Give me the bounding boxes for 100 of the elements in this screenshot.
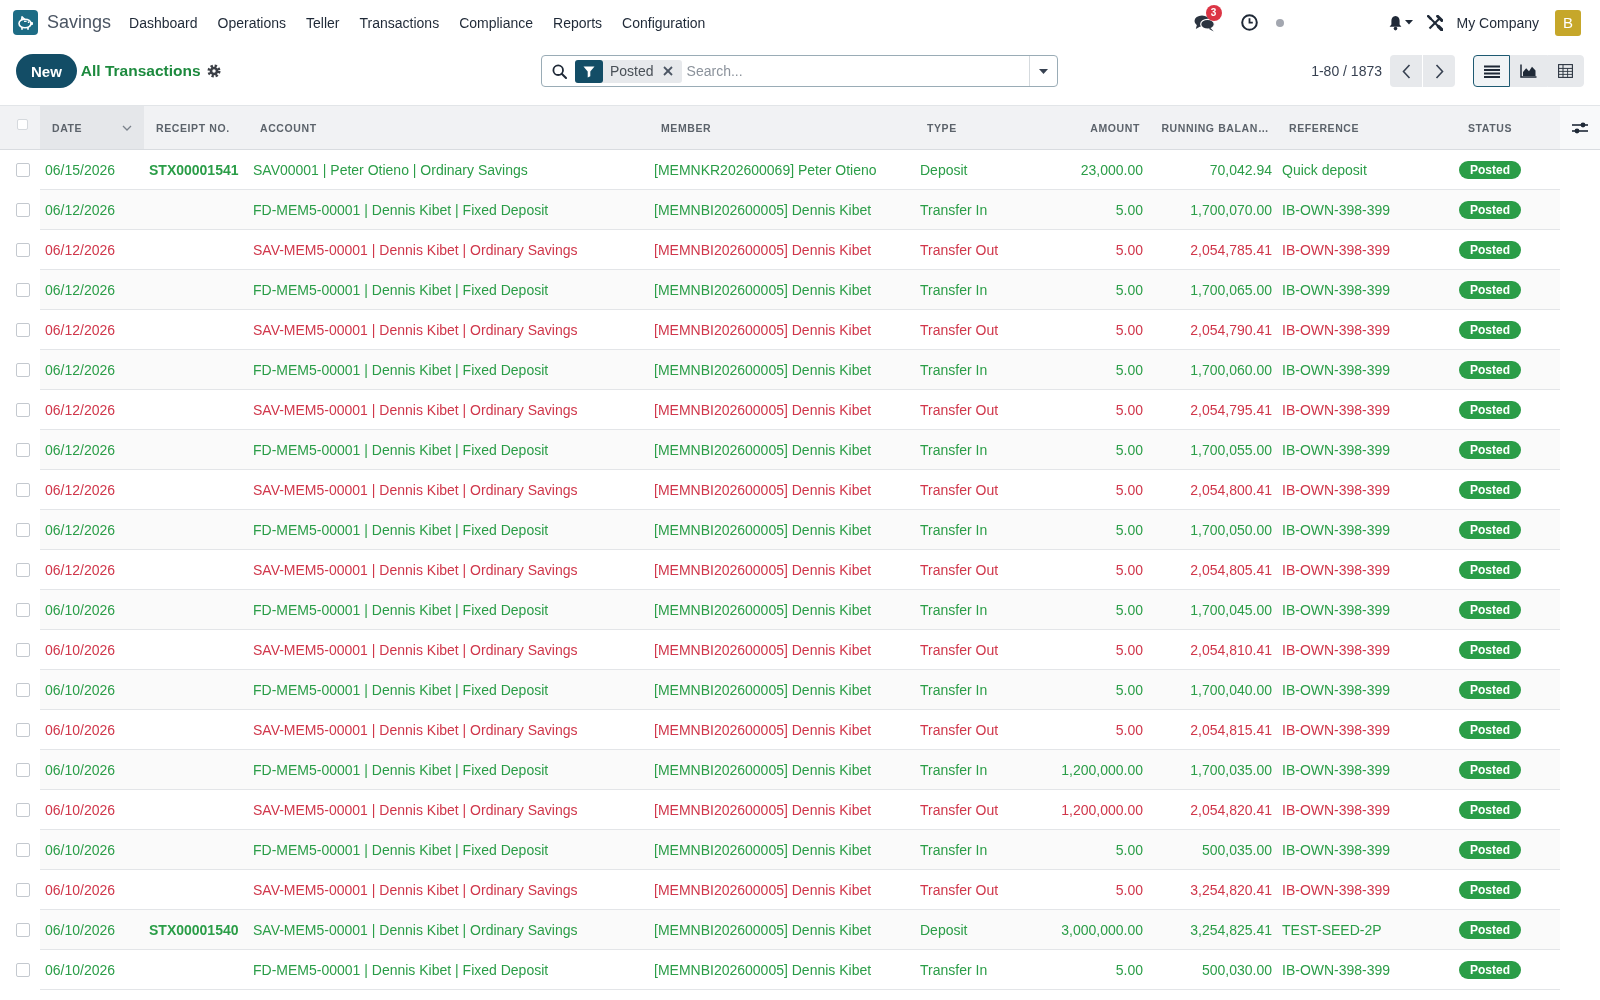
row-checkbox[interactable] — [16, 162, 30, 177]
graph-view-button[interactable] — [1510, 55, 1547, 87]
balance-cell: 3,254,820.41 — [1148, 869, 1277, 910]
row-checkbox[interactable] — [16, 202, 30, 217]
account-cell: SAV-MEM5-00001 | Dennis Kibet | Ordinary Savings — [248, 869, 649, 910]
notifications-button[interactable] — [1387, 14, 1413, 31]
tools-icon[interactable] — [1426, 14, 1443, 31]
area-chart-icon — [1520, 64, 1537, 78]
status-badge: Posted — [1459, 880, 1521, 899]
column-header[interactable]: RECEIPT NO. — [144, 105, 248, 150]
date-cell: 06/12/2026 — [40, 349, 144, 390]
row-checkbox[interactable] — [16, 322, 30, 337]
status-badge: Posted — [1459, 200, 1521, 219]
row-checkbox[interactable] — [16, 362, 30, 377]
amount-cell: 3,000,000.00 — [1040, 909, 1148, 950]
menu-item[interactable]: Transactions — [349, 14, 450, 31]
row-checkbox[interactable] — [16, 682, 30, 697]
new-button[interactable]: New — [16, 54, 77, 88]
column-header[interactable]: TYPE — [915, 105, 1040, 150]
menu-item[interactable]: Operations — [207, 14, 297, 31]
row-checkbox[interactable] — [16, 762, 30, 777]
company-name[interactable]: My Company — [1456, 14, 1539, 31]
row-checkbox[interactable] — [16, 282, 30, 297]
reference-cell: IB-OWN-398-399 — [1277, 589, 1420, 630]
menu-item[interactable]: Dashboard — [119, 14, 208, 31]
row-checkbox[interactable] — [16, 562, 30, 577]
reference-cell: IB-OWN-398-399 — [1277, 829, 1420, 870]
column-header[interactable]: RUNNING BALAN… — [1148, 105, 1277, 150]
column-header[interactable]: ACCOUNT — [248, 105, 649, 150]
gear-icon[interactable] — [206, 64, 221, 78]
date-cell: 06/10/2026 — [40, 589, 144, 630]
reference-cell: IB-OWN-398-399 — [1277, 789, 1420, 830]
menu-item[interactable]: Compliance — [449, 14, 544, 31]
reference-cell: Quick deposit — [1277, 149, 1420, 190]
status-badge: Posted — [1459, 320, 1521, 339]
close-icon[interactable] — [662, 66, 673, 76]
search-bar[interactable]: Posted Search... — [541, 55, 1058, 87]
status-badge: Posted — [1459, 160, 1521, 179]
select-all-checkbox[interactable] — [17, 119, 28, 130]
previous-page-button[interactable] — [1390, 55, 1422, 87]
balance-cell: 1,700,055.00 — [1148, 429, 1277, 470]
balance-cell: 2,054,810.41 — [1148, 629, 1277, 670]
amount-cell: 1,200,000.00 — [1040, 789, 1148, 830]
reference-cell: IB-OWN-398-399 — [1277, 309, 1420, 350]
column-header[interactable]: MEMBER — [649, 105, 915, 150]
pivot-view-button[interactable] — [1547, 55, 1584, 87]
search-input[interactable]: Search... — [686, 57, 1029, 85]
column-header[interactable]: AMOUNT — [1040, 105, 1148, 150]
row-checkbox[interactable] — [16, 722, 30, 737]
row-checkbox[interactable] — [16, 522, 30, 537]
account-cell: SAV-MEM5-00001 | Dennis Kibet | Ordinary Savings — [248, 229, 649, 270]
column-header[interactable]: STATUS — [1420, 105, 1560, 150]
row-checkbox[interactable] — [16, 922, 30, 937]
date-cell: 06/12/2026 — [40, 229, 144, 270]
member-cell: [MEMNBI202600005] Dennis Kibet — [649, 309, 915, 350]
status-badge: Posted — [1459, 400, 1521, 419]
row-checkbox[interactable] — [16, 442, 30, 457]
member-cell: [MEMNBI202600005] Dennis Kibet — [649, 629, 915, 670]
reference-cell: IB-OWN-398-399 — [1277, 269, 1420, 310]
list-view-button[interactable] — [1473, 55, 1510, 87]
status-badge: Posted — [1459, 680, 1521, 699]
menu-item[interactable]: Teller — [296, 14, 350, 31]
pager-value[interactable]: 1-80 / 1873 — [1311, 63, 1382, 79]
row-checkbox[interactable] — [16, 882, 30, 897]
date-cell: 06/12/2026 — [40, 429, 144, 470]
balance-cell: 1,700,040.00 — [1148, 669, 1277, 710]
chevron-down-icon — [122, 124, 132, 131]
row-checkbox[interactable] — [16, 402, 30, 417]
status-badge: Posted — [1459, 720, 1521, 739]
status-badge: Posted — [1459, 520, 1521, 539]
filter-facet[interactable]: Posted — [575, 59, 682, 83]
piggy-bank-icon[interactable] — [13, 10, 38, 35]
search-icon — [552, 63, 567, 79]
menu-item[interactable]: Reports — [543, 14, 613, 31]
reference-cell: IB-OWN-398-399 — [1277, 429, 1420, 470]
row-checkbox[interactable] — [16, 482, 30, 497]
account-cell: FD-MEM5-00001 | Dennis Kibet | Fixed Deposit — [248, 509, 649, 550]
row-checkbox[interactable] — [16, 242, 30, 257]
sliders-icon[interactable] — [1572, 120, 1588, 135]
row-checkbox[interactable] — [16, 842, 30, 857]
clock-icon[interactable] — [1240, 14, 1258, 31]
app-name[interactable]: Savings — [47, 12, 112, 33]
next-page-button[interactable] — [1423, 55, 1455, 87]
row-checkbox[interactable] — [16, 602, 30, 617]
type-cell: Transfer Out — [915, 549, 1040, 590]
date-cell: 06/12/2026 — [40, 549, 144, 590]
reference-cell: IB-OWN-398-399 — [1277, 749, 1420, 790]
column-header[interactable]: DATE — [40, 105, 144, 150]
type-cell: Deposit — [915, 149, 1040, 190]
row-checkbox[interactable] — [16, 802, 30, 817]
member-cell: [MEMNBI202600005] Dennis Kibet — [649, 189, 915, 230]
member-cell: [MEMNBI202600005] Dennis Kibet — [649, 469, 915, 510]
column-header[interactable]: REFERENCE — [1277, 105, 1420, 150]
reference-cell: IB-OWN-398-399 — [1277, 229, 1420, 270]
row-checkbox[interactable] — [16, 962, 30, 977]
amount-cell: 5.00 — [1040, 429, 1148, 470]
status-badge: Posted — [1459, 440, 1521, 459]
menu-item[interactable]: Configuration — [612, 14, 716, 31]
row-checkbox[interactable] — [16, 642, 30, 657]
status-badge: Posted — [1459, 480, 1521, 499]
